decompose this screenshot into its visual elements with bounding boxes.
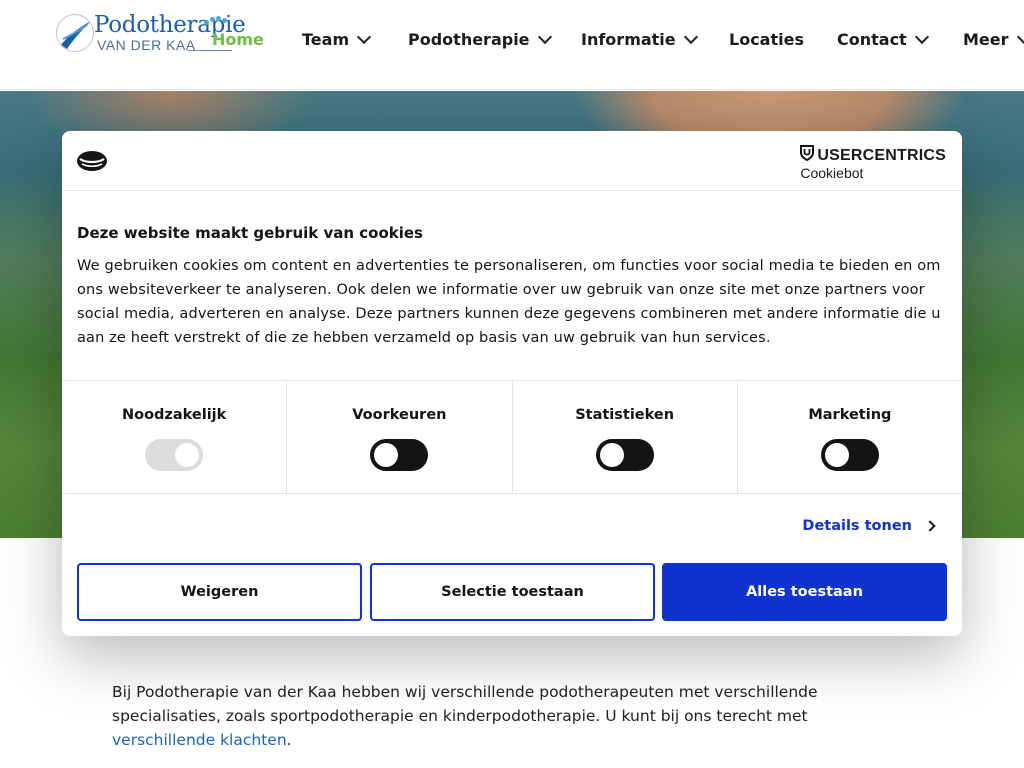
nav-item-team[interactable]: Team (302, 29, 372, 49)
consent-toggles: Noodzakelijk Voorkeuren Statistieken Mar… (62, 380, 962, 494)
cookiebot-logo-icon (76, 150, 108, 172)
toggle-cell-statistics: Statistieken (513, 381, 738, 493)
necessary-toggle (145, 439, 204, 471)
nav-item-label: Meer (963, 30, 1009, 49)
logo-badge-icon (56, 14, 94, 52)
brand-product: Cookiebot (800, 165, 864, 181)
toggle-cell-preferences: Voorkeuren (287, 381, 513, 493)
intro-paragraph: Bij Podotherapie van der Kaa hebben wij … (112, 680, 872, 752)
nav-item-informatie[interactable]: Informatie (581, 29, 698, 49)
dialog-body: Deze website maakt gebruik van cookies W… (77, 224, 947, 350)
toggle-knob (599, 443, 624, 467)
toggle-label: Marketing (808, 407, 892, 423)
nav-item-contact[interactable]: Contact (837, 29, 929, 49)
intro-text-end: . (286, 731, 292, 749)
brand-name: USERCENTRICS (817, 146, 946, 164)
toggle-knob (175, 443, 200, 467)
toggle-label: Statistieken (575, 407, 675, 423)
chevron-down-icon (1016, 29, 1024, 44)
toggle-cell-marketing: Marketing (738, 381, 962, 493)
intro-text: Bij Podotherapie van der Kaa hebben wij … (112, 683, 818, 725)
nav-item-label: Locaties (729, 30, 804, 49)
nav-item-meer[interactable]: Meer (963, 29, 1024, 49)
toggle-knob (374, 443, 399, 467)
nav-item-label: Home (212, 30, 264, 49)
chevron-down-icon (537, 29, 552, 44)
logo-underline (188, 50, 232, 51)
toggle-label: Voorkeuren (352, 407, 447, 423)
nav-item-home[interactable]: Home (212, 30, 264, 49)
nav-item-label: Team (302, 30, 350, 49)
chevron-down-icon (357, 29, 372, 44)
site-logo[interactable]: Podotherapie VAN DER KAA (56, 12, 246, 54)
nav-item-label: Contact (837, 30, 907, 49)
cookie-consent-dialog: USERCENTRICS Cookiebot Deze website maak… (62, 131, 962, 636)
toggle-label: Noodzakelijk (121, 407, 227, 423)
nav-item-label: Podotherapie (408, 30, 530, 49)
details-label: Details tonen (802, 518, 912, 534)
marketing-toggle[interactable] (820, 439, 879, 471)
chevron-down-icon (914, 29, 929, 44)
nav-item-locaties[interactable]: Locaties (729, 30, 804, 49)
logo-subtitle: VAN DER KAA (97, 37, 196, 53)
toggle-cell-necessary: Noodzakelijk (62, 381, 288, 493)
nav-item-podotherapie[interactable]: Podotherapie (408, 29, 552, 49)
chevron-right-icon (924, 520, 936, 532)
allow-selection-button[interactable]: Selectie toestaan (370, 563, 655, 621)
chevron-down-icon (683, 29, 698, 44)
nav-item-label: Informatie (581, 30, 676, 49)
usercentrics-brand[interactable]: USERCENTRICS Cookiebot (800, 145, 946, 181)
site-header: Podotherapie VAN DER KAA Home Team Podot… (0, 0, 1024, 90)
deny-button[interactable]: Weigeren (77, 563, 362, 621)
allow-all-button[interactable]: Alles toestaan (662, 563, 947, 621)
shield-icon (800, 145, 815, 166)
dialog-title: Deze website maakt gebruik van cookies (77, 224, 423, 242)
show-details-link[interactable]: Details tonen (802, 518, 936, 534)
dialog-description: We gebruiken cookies om content en adver… (77, 258, 941, 346)
preferences-toggle[interactable] (370, 439, 429, 471)
statistics-toggle[interactable] (595, 439, 654, 471)
toggle-knob (824, 443, 849, 467)
dialog-header: USERCENTRICS Cookiebot (62, 131, 962, 191)
complaints-link[interactable]: verschillende klachten (112, 731, 287, 749)
